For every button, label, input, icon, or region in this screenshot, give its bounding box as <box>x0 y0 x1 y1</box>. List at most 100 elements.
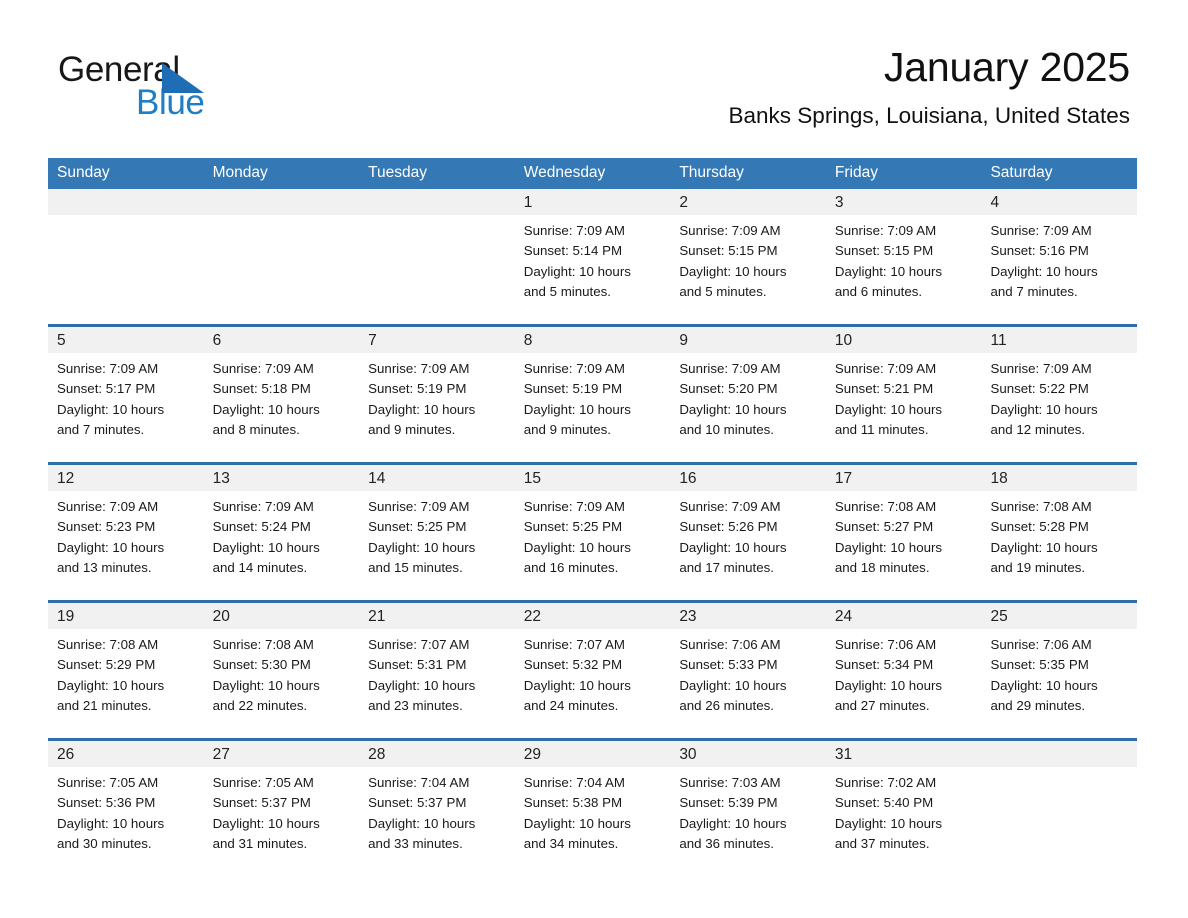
day-daylight2-text: and 29 minutes. <box>990 697 1086 713</box>
day-number: 15 <box>514 465 671 491</box>
day-cell-25[interactable]: 25 Sunrise: 7:06 AM Sunset: 5:35 PM Dayligh… <box>981 603 1138 738</box>
day-daylight2-text: and 7 minutes. <box>990 283 1078 299</box>
day-cell-20[interactable]: 20 Sunrise: 7:08 AM Sunset: 5:30 PM Dayligh… <box>203 603 360 738</box>
day-cell-23[interactable]: 23 Sunrise: 7:06 AM Sunset: 5:33 PM Dayligh… <box>670 603 826 738</box>
day-sunset-text: Sunset: 5:33 PM <box>679 657 778 673</box>
day-sunrise-text: Sunrise: 7:09 AM <box>834 361 937 376</box>
day-number: 26 <box>48 741 204 767</box>
day-number: 25 <box>981 603 1138 629</box>
day-cell-3[interactable]: 3 Sunrise: 7:09 AM Sunset: 5:15 PM Daylight… <box>825 189 982 324</box>
day-sunset-text: Sunset: 5:15 PM <box>679 243 778 259</box>
day-sunrise-text: Sunrise: 7:08 AM <box>212 637 314 652</box>
day-sun-info: Sunrise: 7:06 AM Sunset: 5:34 PM Daylight:… <box>826 629 982 716</box>
day-sunset-text: Sunset: 5:18 PM <box>212 381 311 397</box>
day-number: 2 <box>670 189 826 215</box>
day-number: 4 <box>981 189 1138 215</box>
day-sun-info: Sunrise: 7:05 AM Sunset: 5:37 PM Daylight:… <box>204 767 360 854</box>
day-daylight1-text: Daylight: 10 hours <box>523 815 631 831</box>
day-sunset-text: Sunset: 5:28 PM <box>990 519 1089 535</box>
day-cell-5[interactable]: 5 Sunrise: 7:09 AM Sunset: 5:17 PM Daylight… <box>48 327 204 462</box>
day-cell-13[interactable]: 13 Sunrise: 7:09 AM Sunset: 5:24 PM Dayligh… <box>203 465 360 600</box>
day-sunset-text: Sunset: 5:40 PM <box>834 795 934 811</box>
day-cell-31[interactable]: 31 Sunrise: 7:02 AM Sunset: 5:40 PM Dayligh… <box>825 741 982 876</box>
day-daylight1-text: Daylight: 10 hours <box>523 401 631 417</box>
day-daylight2-text: and 5 minutes. <box>523 283 611 299</box>
day-daylight2-text: and 8 minutes. <box>212 421 300 437</box>
day-sunset-text: Sunset: 5:25 PM <box>523 519 623 535</box>
day-daylight1-text: Daylight: 10 hours <box>834 539 943 555</box>
day-sun-info: Sunrise: 7:08 AM Sunset: 5:30 PM Daylight:… <box>204 629 360 716</box>
day-sunrise-text: Sunrise: 7:03 AM <box>679 775 781 790</box>
day-cell-14[interactable]: 14 Sunrise: 7:09 AM Sunset: 5:25 PM Dayligh… <box>359 465 515 600</box>
day-cell-10[interactable]: 10 Sunrise: 7:09 AM Sunset: 5:21 PM Dayligh… <box>825 327 982 462</box>
day-sun-info: Sunrise: 7:06 AM Sunset: 5:35 PM Daylight:… <box>981 629 1137 716</box>
day-daylight1-text: Daylight: 10 hours <box>523 263 631 279</box>
day-cell-4[interactable]: 4 Sunrise: 7:09 AM Sunset: 5:16 PM Daylight… <box>981 189 1138 324</box>
day-cell-30[interactable]: 30 Sunrise: 7:03 AM Sunset: 5:39 PM Dayligh… <box>670 741 826 876</box>
day-daylight2-text: and 7 minutes. <box>57 421 145 437</box>
day-cell-27[interactable]: 27 Sunrise: 7:05 AM Sunset: 5:37 PM Dayligh… <box>203 741 360 876</box>
day-sun-info: Sunrise: 7:09 AM Sunset: 5:19 PM Daylight:… <box>515 353 671 440</box>
day-sun-info: Sunrise: 7:06 AM Sunset: 5:33 PM Daylight:… <box>670 629 826 716</box>
day-cell-21[interactable]: 21 Sunrise: 7:07 AM Sunset: 5:31 PM Dayligh… <box>359 603 515 738</box>
day-sun-info: Sunrise: 7:09 AM Sunset: 5:14 PM Daylight:… <box>515 215 671 302</box>
day-number: 18 <box>981 465 1138 491</box>
day-sunset-text: Sunset: 5:37 PM <box>368 795 467 811</box>
day-cell-16[interactable]: 16 Sunrise: 7:09 AM Sunset: 5:26 PM Dayligh… <box>670 465 826 600</box>
day-sunset-text: Sunset: 5:14 PM <box>523 243 623 259</box>
day-cell-empty <box>203 189 360 324</box>
day-number: 9 <box>670 327 826 353</box>
day-cell-1[interactable]: 1 Sunrise: 7:09 AM Sunset: 5:14 PM Daylight… <box>514 189 671 324</box>
day-number: 12 <box>48 465 204 491</box>
day-cell-22[interactable]: 22 Sunrise: 7:07 AM Sunset: 5:32 PM Dayligh… <box>514 603 671 738</box>
day-sunrise-text: Sunrise: 7:07 AM <box>523 637 625 652</box>
day-number: 24 <box>825 603 982 629</box>
day-daylight2-text: and 31 minutes. <box>212 835 308 851</box>
day-sunset-text: Sunset: 5:16 PM <box>990 243 1089 259</box>
calendar-week-row: 5 Sunrise: 7:09 AM Sunset: 5:17 PM Daylight… <box>48 324 1138 462</box>
day-cell-8[interactable]: 8 Sunrise: 7:09 AM Sunset: 5:19 PM Daylight… <box>514 327 671 462</box>
day-number: 31 <box>825 741 982 767</box>
day-sun-info: Sunrise: 7:09 AM Sunset: 5:24 PM Daylight:… <box>204 491 360 578</box>
day-cell-9[interactable]: 9 Sunrise: 7:09 AM Sunset: 5:20 PM Daylight… <box>670 327 826 462</box>
day-daylight2-text: and 12 minutes. <box>990 421 1086 437</box>
day-daylight1-text: Daylight: 10 hours <box>523 539 631 555</box>
day-sunrise-text: Sunrise: 7:08 AM <box>834 499 937 514</box>
day-cell-19[interactable]: 19 Sunrise: 7:08 AM Sunset: 5:29 PM Dayligh… <box>48 603 204 738</box>
day-cell-28[interactable]: 28 Sunrise: 7:04 AM Sunset: 5:37 PM Dayligh… <box>359 741 515 876</box>
day-sunset-text: Sunset: 5:15 PM <box>834 243 934 259</box>
day-sunrise-text: Sunrise: 7:09 AM <box>523 499 625 514</box>
day-cell-24[interactable]: 24 Sunrise: 7:06 AM Sunset: 5:34 PM Dayligh… <box>825 603 982 738</box>
day-number: 29 <box>514 741 671 767</box>
day-sunrise-text: Sunrise: 7:09 AM <box>834 223 937 238</box>
day-daylight2-text: and 13 minutes. <box>57 559 152 575</box>
day-cell-7[interactable]: 7 Sunrise: 7:09 AM Sunset: 5:19 PM Daylight… <box>359 327 515 462</box>
day-cell-26[interactable]: 26 Sunrise: 7:05 AM Sunset: 5:36 PM Dayligh… <box>48 741 204 876</box>
day-sun-info: Sunrise: 7:09 AM Sunset: 5:25 PM Daylight:… <box>515 491 671 578</box>
day-cell-18[interactable]: 18 Sunrise: 7:08 AM Sunset: 5:28 PM Dayligh… <box>981 465 1138 600</box>
day-cell-29[interactable]: 29 Sunrise: 7:04 AM Sunset: 5:38 PM Dayligh… <box>514 741 671 876</box>
day-daylight2-text: and 22 minutes. <box>212 697 308 713</box>
day-cell-2[interactable]: 2 Sunrise: 7:09 AM Sunset: 5:15 PM Daylight… <box>670 189 826 324</box>
day-number: 17 <box>825 465 982 491</box>
day-daylight2-text: and 27 minutes. <box>834 697 930 713</box>
generalblue-logo[interactable]: General Blue <box>58 52 318 128</box>
day-daylight1-text: Daylight: 10 hours <box>679 401 787 417</box>
weekday-header-row: Sunday Monday Tuesday Wednesday Thursday Frid… <box>48 158 1137 189</box>
calendar-page: General Blue January 2025 Banks Springs,… <box>0 0 1188 918</box>
day-sunrise-text: Sunrise: 7:09 AM <box>212 499 314 514</box>
day-cell-12[interactable]: 12 Sunrise: 7:09 AM Sunset: 5:23 PM Dayligh… <box>48 465 204 600</box>
day-sunrise-text: Sunrise: 7:09 AM <box>57 499 159 514</box>
day-daylight1-text: Daylight: 10 hours <box>990 263 1098 279</box>
day-number <box>981 741 1138 767</box>
day-daylight1-text: Daylight: 10 hours <box>990 677 1098 693</box>
day-sun-info: Sunrise: 7:07 AM Sunset: 5:31 PM Daylight:… <box>359 629 515 716</box>
day-cell-17[interactable]: 17 Sunrise: 7:08 AM Sunset: 5:27 PM Dayligh… <box>825 465 982 600</box>
day-sunset-text: Sunset: 5:21 PM <box>834 381 934 397</box>
day-cell-6[interactable]: 6 Sunrise: 7:09 AM Sunset: 5:18 PM Daylight… <box>203 327 360 462</box>
day-daylight1-text: Daylight: 10 hours <box>57 677 165 693</box>
day-daylight1-text: Daylight: 10 hours <box>212 677 320 693</box>
day-daylight2-text: and 23 minutes. <box>368 697 463 713</box>
day-cell-15[interactable]: 15 Sunrise: 7:09 AM Sunset: 5:25 PM Dayligh… <box>514 465 671 600</box>
day-cell-11[interactable]: 11 Sunrise: 7:09 AM Sunset: 5:22 PM Dayligh… <box>981 327 1138 462</box>
